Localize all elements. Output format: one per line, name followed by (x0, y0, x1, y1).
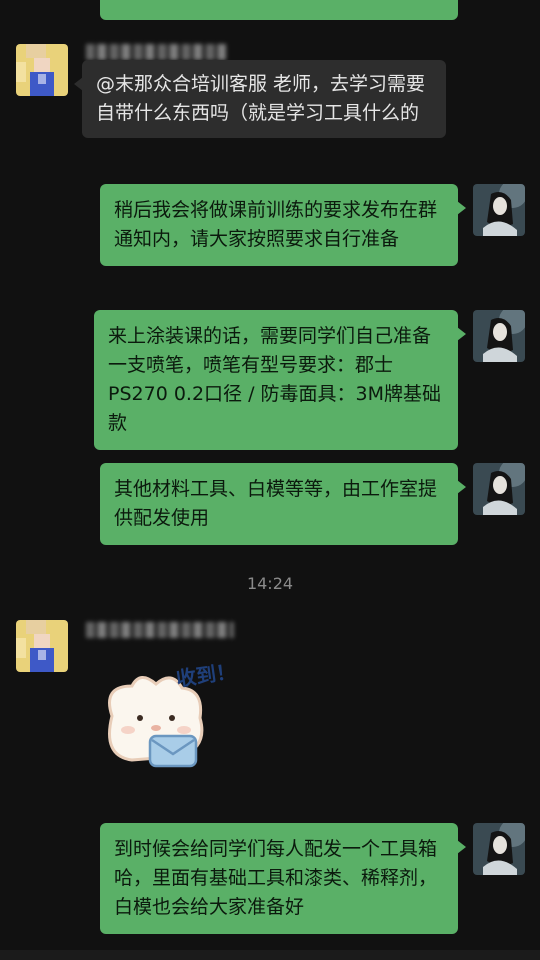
my-avatar[interactable] (473, 823, 525, 875)
sticker-image[interactable]: 收到！ (92, 656, 252, 776)
sender-name (86, 44, 226, 60)
message-text: 其他材料工具、白模等等，由工作室提供配发使用 (114, 478, 438, 529)
message-text: 稍后我会将做课前训练的要求发布在群通知内，请大家按照要求自行准备 (114, 199, 438, 250)
my-avatar[interactable] (473, 463, 525, 515)
outgoing-message-bubble[interactable]: 来上涂装课的话，需要同学们自己准备一支喷笔，喷笔有型号要求：郡士 PS270 0… (94, 310, 466, 450)
outgoing-message-bubble[interactable]: 稍后我会将做课前训练的要求发布在群通知内，请大家按照要求自行准备 (100, 184, 466, 266)
partial-message-bubble[interactable] (100, 0, 458, 20)
my-avatar[interactable] (473, 184, 525, 236)
incoming-message-bubble[interactable]: @末那众合培训客服 老师，去学习需要自带什么东西吗（就是学习工具什么的 (74, 60, 446, 138)
outgoing-message-bubble[interactable]: 到时候会给同学们每人配发一个工具箱哈，里面有基础工具和漆类、稀释剂，白模也会给大… (100, 823, 466, 934)
my-avatar[interactable] (473, 310, 525, 362)
message-text: 来上涂装课的话，需要同学们自己准备一支喷笔，喷笔有型号要求：郡士 PS270 0… (108, 325, 442, 434)
sticker-caption: 收到！ (175, 659, 238, 691)
message-timestamp: 14:24 (246, 574, 294, 593)
sender-name (86, 622, 234, 638)
sender-avatar[interactable] (16, 620, 68, 672)
sender-avatar[interactable] (16, 44, 68, 96)
message-text: 到时候会给同学们每人配发一个工具箱哈，里面有基础工具和漆类、稀释剂，白模也会给大… (114, 838, 438, 918)
outgoing-message-bubble[interactable]: 其他材料工具、白模等等，由工作室提供配发使用 (100, 463, 466, 545)
input-bar-edge (0, 950, 540, 960)
message-text: @末那众合培训客服 老师，去学习需要自带什么东西吗（就是学习工具什么的 (96, 73, 426, 124)
